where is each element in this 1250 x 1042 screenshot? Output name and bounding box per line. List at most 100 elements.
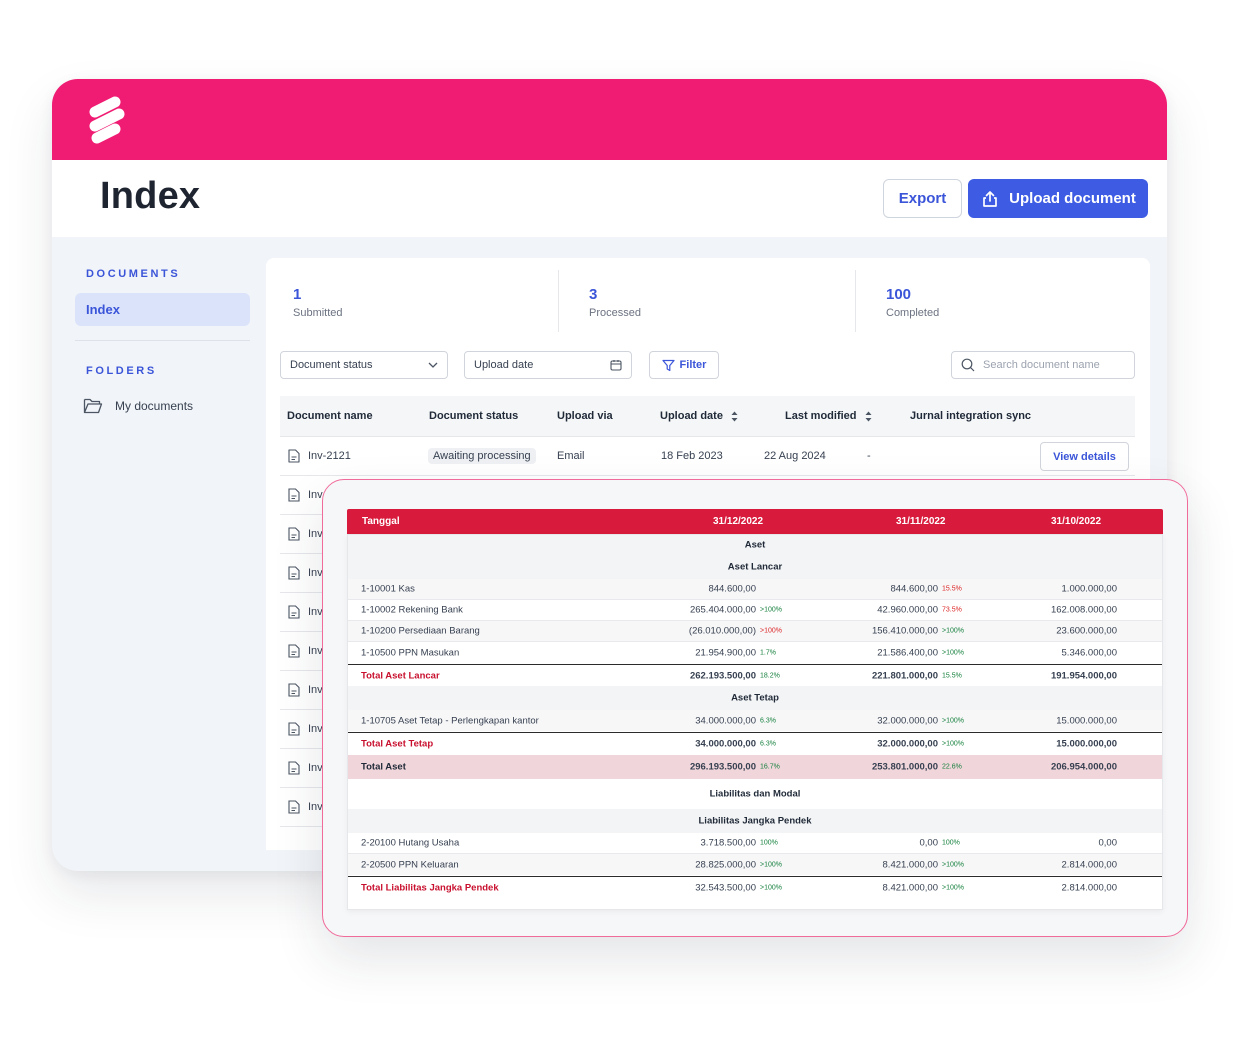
sidebar-item-index[interactable]: Index (75, 293, 250, 326)
report-total-aset-lancar: Total Aset Lancar 262.193.500,00 18.2% 2… (348, 664, 1162, 686)
report-total-aset: Total Aset 296.193.500,00 16.7% 253.801.… (348, 755, 1162, 779)
report-header-label: Tanggal (362, 516, 400, 527)
column-header-document-name[interactable]: Document name (287, 410, 373, 422)
export-button[interactable]: Export (883, 179, 962, 218)
value-col1: 296.193.500,00 (689, 761, 756, 773)
upload-date: 18 Feb 2023 (661, 450, 723, 462)
page-header: Index Export Upload document (52, 160, 1167, 237)
report-row-aset-tetap: 1-10705 Aset Tetap - Perlengkapan kantor… (348, 710, 1162, 731)
pct-col2: 22.6% (942, 763, 962, 771)
value-col2: 8.421.000,00 (882, 859, 938, 870)
column-header-upload-via[interactable]: Upload via (557, 410, 613, 422)
section-title: Aset (744, 539, 766, 551)
pct-col1: 6.3% (760, 740, 776, 747)
value-col2: 0,00 (919, 837, 939, 849)
sidebar-item-my-documents[interactable]: My documents (83, 397, 193, 414)
value-col3: 206.954.000,00 (1050, 761, 1117, 773)
value-col3: 2.814.000,00 (1061, 882, 1117, 893)
pct-col2: >100% (942, 717, 964, 724)
document-icon (288, 488, 300, 502)
document-name[interactable]: Inv (308, 567, 323, 579)
document-name[interactable]: Inv (308, 528, 323, 540)
page-title: Index (100, 175, 201, 217)
account-label: 1-10001 Kas (361, 583, 415, 595)
document-name[interactable]: Inv (308, 645, 323, 657)
document-name[interactable]: Inv (308, 489, 323, 501)
pct-col2: 100% (942, 839, 960, 847)
stat-processed: 3 Processed (589, 286, 641, 319)
report-row-ppn-masukan: 1-10500 PPN Masukan 21.954.900,00 1.7% 2… (348, 642, 1162, 663)
chevron-down-icon (428, 362, 438, 368)
sort-icon[interactable] (731, 411, 738, 422)
value-col1: 34.000.000,00 (695, 715, 756, 726)
value-col1: 262.193.500,00 (689, 670, 756, 681)
report-total-liabilitas: Total Liabilitas Jangka Pendek 32.543.50… (348, 876, 1162, 898)
search-input[interactable]: Search document name (951, 351, 1135, 379)
account-label: 2-20500 PPN Keluaran (361, 859, 459, 870)
last-modified-header-label: Last modified (785, 410, 857, 422)
value-col1: 32.543.500,00 (695, 882, 756, 893)
balance-sheet-card: Tanggal 31/12/2022 31/11/2022 31/10/2022… (322, 479, 1188, 937)
document-status-select-label: Document status (290, 359, 373, 371)
upload-document-button[interactable]: Upload document (968, 179, 1148, 218)
account-label: 2-20100 Hutang Usaha (361, 837, 460, 849)
stat-label: Submitted (293, 307, 343, 319)
value-col1: 3.718.500,00 (700, 837, 756, 849)
filter-button[interactable]: Filter (649, 351, 719, 379)
document-icon (288, 683, 300, 697)
pct-col2: >100% (942, 740, 964, 747)
pct-col1: >100% (760, 606, 782, 614)
search-placeholder: Search document name (983, 359, 1100, 371)
column-header-last-modified[interactable]: Last modified (785, 410, 872, 422)
section-title: Liabilitas Jangka Pendek (698, 815, 812, 827)
document-status-select[interactable]: Document status (280, 351, 448, 379)
pct-col2: >100% (942, 884, 964, 891)
column-header-jurnal-sync[interactable]: Jurnal integration sync (910, 410, 1031, 422)
upload-date-picker[interactable]: Upload date (464, 351, 632, 379)
column-header-document-status[interactable]: Document status (429, 410, 518, 422)
sort-icon[interactable] (865, 411, 872, 422)
value-col2: 8.421.000,00 (882, 882, 938, 893)
search-icon (961, 358, 975, 372)
report-row-bank: 1-10002 Rekening Bank 265.404.000,00 >10… (348, 600, 1162, 621)
document-name[interactable]: Inv (308, 801, 323, 813)
pct-col2: >100% (942, 649, 964, 656)
value-col3: 15.000.000,00 (1056, 738, 1117, 749)
document-name[interactable]: Inv (308, 762, 323, 774)
document-icon (288, 605, 300, 619)
status-badge: Awaiting processing (428, 448, 536, 464)
pct-col2: >100% (942, 627, 964, 635)
document-name[interactable]: Inv-2121 (308, 450, 351, 462)
document-name[interactable]: Inv (308, 606, 323, 618)
document-icon (288, 644, 300, 658)
upload-icon (983, 190, 998, 207)
section-title: Liabilitas dan Modal (709, 788, 801, 800)
upload-document-label: Upload document (1009, 190, 1136, 207)
document-name[interactable]: Inv (308, 684, 323, 696)
account-label: 1-10705 Aset Tetap - Perlengkapan kantor (361, 715, 539, 726)
pct-col2: >100% (942, 861, 964, 868)
section-title: Aset Lancar (727, 561, 783, 573)
document-icon (288, 527, 300, 541)
value-col3: 191.954.000,00 (1050, 670, 1117, 681)
account-label: 1-10200 Persediaan Barang (361, 625, 480, 637)
report-header-col2: 31/11/2022 (896, 516, 946, 527)
value-col2: 156.410.000,00 (871, 625, 938, 637)
view-details-button[interactable]: View details (1040, 442, 1129, 471)
column-header-upload-date[interactable]: Upload date (660, 410, 738, 422)
sidebar-divider (75, 340, 250, 341)
pct-col1: 1.7% (760, 649, 776, 656)
brand-logo-icon[interactable] (85, 96, 129, 144)
table-row[interactable]: Inv-2121 Awaiting processing Email 18 Fe… (280, 437, 1135, 476)
last-modified: 22 Aug 2024 (764, 450, 826, 462)
upload-via: Email (557, 450, 585, 462)
value-col1: (26.010.000,00) (688, 625, 756, 637)
value-col1: 28.825.000,00 (695, 859, 756, 870)
value-col2: 32.000.000,00 (877, 715, 938, 726)
report-row-ppn-keluaran: 2-20500 PPN Keluaran 28.825.000,00 >100%… (348, 854, 1162, 875)
document-name[interactable]: Inv (308, 723, 323, 735)
document-icon (288, 566, 300, 580)
total-label: Total Liabilitas Jangka Pendek (361, 882, 499, 893)
table-header: Document name Document status Upload via… (280, 396, 1135, 437)
value-col3: 1.000.000,00 (1061, 583, 1117, 595)
